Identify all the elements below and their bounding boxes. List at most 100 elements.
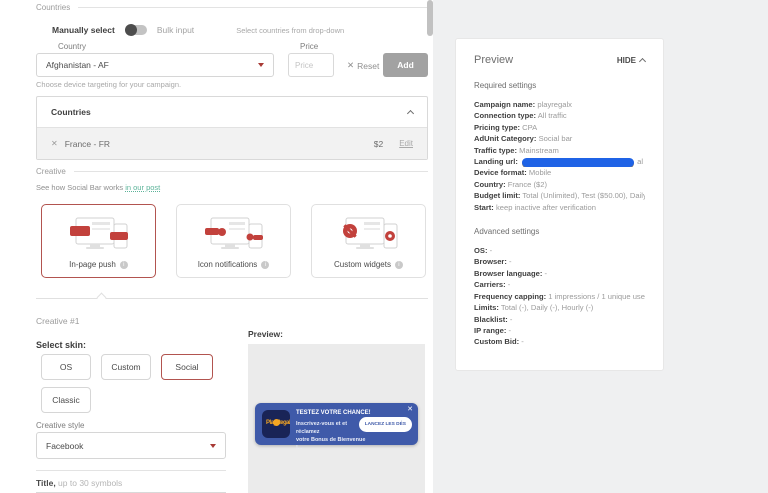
setting-value: France ($2)	[508, 180, 547, 189]
setting-value: -	[508, 280, 511, 289]
setting-label: Frequency capping:	[474, 292, 546, 301]
info-icon[interactable]	[261, 261, 269, 269]
divider	[78, 7, 428, 8]
hide-panel-button[interactable]: HIDE	[617, 56, 645, 65]
ad-title: TESTEZ VOTRE CHANCE!	[296, 410, 371, 416]
setting-row: Connection type: All traffic	[474, 110, 645, 121]
setting-row: OS: -	[474, 245, 645, 256]
in-our-post-link[interactable]: in our post	[125, 183, 160, 192]
country-select-value: Afghanistan - AF	[46, 60, 109, 70]
country-field-label: Country	[58, 42, 86, 51]
setting-row: Browser language: -	[474, 268, 645, 279]
title-input[interactable]: Title, up to 30 symbols	[36, 478, 226, 493]
reset-button[interactable]: ✕ Reset	[347, 60, 379, 71]
setting-label: Traffic type:	[474, 146, 517, 155]
skin-button-social[interactable]: Social	[161, 354, 213, 380]
card-icon-notifications[interactable]: Icon notifications	[176, 204, 291, 278]
redaction-scribble	[522, 158, 634, 167]
setting-row: Start: keep inactive after verification	[474, 202, 645, 213]
setting-label: Country:	[474, 180, 506, 189]
country-input-mode-row: Manually select Bulk input Select countr…	[36, 25, 428, 35]
select-countries-hint: Select countries from drop-down	[236, 26, 344, 35]
edit-country-link[interactable]: Edit	[399, 139, 413, 148]
setting-row: IP range: -	[474, 325, 645, 336]
setting-value: -	[509, 257, 512, 266]
scrollbar-thumb[interactable]	[427, 0, 433, 36]
ad-cta-button[interactable]: LANCEZ LES DÉS	[359, 417, 412, 432]
ad-logo: PlayRegal	[262, 410, 290, 438]
skin-button-os[interactable]: OS	[41, 354, 91, 380]
price-field-label: Price	[300, 42, 318, 51]
info-icon[interactable]	[120, 261, 128, 269]
setting-row: Campaign name: playregalx	[474, 99, 645, 110]
setting-value: -	[508, 326, 511, 335]
skin-button-custom[interactable]: Custom	[101, 354, 151, 380]
setting-label: Custom Bid:	[474, 337, 519, 346]
card-label-custom-widgets: Custom widgets	[334, 260, 391, 269]
hide-label: HIDE	[617, 56, 636, 65]
setting-row: Carriers: -	[474, 279, 645, 290]
creative-section-header: Creative	[36, 167, 428, 176]
creative-number: Creative #1	[36, 316, 428, 326]
chevron-up-icon[interactable]	[407, 109, 414, 116]
setting-row: Budget limit: Total (Unlimited), Test ($…	[474, 190, 645, 201]
countries-section-title: Countries	[36, 3, 70, 12]
icon-notifications-illustration	[203, 216, 265, 256]
setting-label: OS:	[474, 246, 488, 255]
countries-box-header[interactable]: Countries	[37, 97, 427, 127]
countries-box-title: Countries	[51, 107, 91, 117]
setting-row: Landing url: al •••	[474, 156, 645, 167]
creative-style-select[interactable]: Facebook	[36, 432, 226, 459]
chevron-down-icon	[258, 63, 264, 67]
country-select[interactable]: Afghanistan - AF	[36, 53, 274, 77]
setting-label: Browser language:	[474, 269, 542, 278]
setting-value: CPA	[522, 123, 537, 132]
selected-country-row: ✕ France - FR $2 Edit	[37, 127, 427, 159]
setting-label: Browser:	[474, 257, 507, 266]
setting-label: Carriers:	[474, 280, 506, 289]
selected-countries-box: Countries ✕ France - FR $2 Edit	[36, 96, 428, 160]
ad-preview-label: Preview:	[248, 329, 283, 339]
see-how-text: See how Social Bar works in our post	[36, 183, 428, 192]
setting-row: Limits: Total (-), Daily (-), Hourly (-)	[474, 302, 645, 313]
card-in-page-push[interactable]: In-page push	[41, 204, 156, 278]
advanced-settings-list: OS: - Browser: - Browser language: - Car…	[474, 245, 645, 348]
setting-label: Landing url:	[474, 157, 518, 166]
setting-value: All traffic	[538, 111, 567, 120]
price-input[interactable]	[288, 53, 334, 77]
card-custom-widgets[interactable]: Custom widgets	[311, 204, 426, 278]
remove-country-icon[interactable]: ✕	[51, 139, 58, 148]
setting-label: Blacklist:	[474, 315, 508, 324]
skin-button-classic[interactable]: Classic	[41, 387, 91, 413]
ad-body-line1: Inscrivez-vous et et réclamez	[296, 421, 347, 435]
add-country-button[interactable]: Add	[383, 53, 428, 77]
setting-value-suffix: al	[637, 157, 643, 166]
input-mode-toggle[interactable]	[125, 25, 147, 35]
setting-label: Limits:	[474, 303, 499, 312]
campaign-preview-panel: Preview HIDE Required settings Campaign …	[455, 38, 664, 371]
see-how-prefix: See how Social Bar works	[36, 183, 125, 192]
social-bar-ad[interactable]: PlayRegal TESTEZ VOTRE CHANCE! Inscrivez…	[255, 403, 418, 445]
setting-value: Total (Unlimited), Test ($50.00), Daily	[522, 191, 645, 200]
setting-value: 1 impressions / 1 unique user /	[548, 292, 645, 301]
bulk-input-label[interactable]: Bulk input	[157, 25, 194, 35]
setting-value: playregalx	[537, 100, 572, 109]
reset-label: Reset	[357, 61, 379, 71]
selected-card-divider	[36, 298, 428, 299]
ad-close-icon[interactable]: ✕	[407, 405, 413, 413]
info-icon[interactable]	[395, 261, 403, 269]
toggle-knob	[125, 24, 137, 36]
creative-style-value: Facebook	[46, 441, 83, 451]
setting-value: Mobile	[529, 168, 551, 177]
advanced-settings-heading: Advanced settings	[474, 227, 645, 236]
setting-label: Pricing type:	[474, 123, 520, 132]
setting-row: Frequency capping: 1 impressions / 1 uni…	[474, 291, 645, 302]
card-label-in-page-push: In-page push	[69, 260, 116, 269]
in-page-push-illustration	[68, 216, 130, 256]
setting-value: -	[544, 269, 547, 278]
setting-row: Browser: -	[474, 256, 645, 267]
creative-section-title: Creative	[36, 167, 66, 176]
setting-label: Connection type:	[474, 111, 536, 120]
setting-value: Mainstream	[519, 146, 559, 155]
chevron-up-icon	[639, 57, 646, 64]
